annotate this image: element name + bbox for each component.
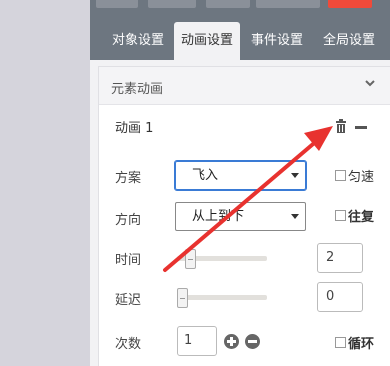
top-toolbar <box>90 0 390 22</box>
reverse-checkbox[interactable] <box>335 210 346 221</box>
scheme-label: 方案 <box>115 171 142 186</box>
toolbar-button-red[interactable] <box>328 0 372 8</box>
reverse-label: 往复 <box>348 210 375 225</box>
uniform-label: 匀速 <box>348 170 375 185</box>
time-input[interactable]: 2 <box>317 243 363 273</box>
count-input[interactable]: 1 <box>177 326 217 356</box>
delay-label: 延迟 <box>115 293 142 308</box>
delay-input[interactable]: 0 <box>317 282 363 312</box>
dropdown-caret-icon <box>291 214 299 219</box>
toolbar-button-2[interactable] <box>148 0 196 8</box>
uniform-checkbox[interactable] <box>335 170 346 181</box>
card-title: 元素动画 <box>111 82 164 97</box>
delay-slider-handle[interactable] <box>177 288 188 308</box>
direction-value: 从上到下 <box>192 209 245 224</box>
animation-name: 动画 1 <box>115 121 154 136</box>
loop-checkbox[interactable] <box>335 337 346 348</box>
trash-icon[interactable] <box>335 119 347 133</box>
time-slider-handle[interactable] <box>185 249 196 269</box>
direction-label: 方向 <box>115 213 142 228</box>
card-header[interactable]: 元素动画 <box>99 67 390 105</box>
direction-select[interactable]: 从上到下 <box>175 202 306 231</box>
toolbar-button-3[interactable] <box>206 0 250 8</box>
tab-event-settings[interactable]: 事件设置 <box>244 22 310 60</box>
settings-tabs: 对象设置 动画设置 事件设置 全局设置 <box>90 22 390 60</box>
scheme-value: 飞入 <box>192 168 219 183</box>
count-label: 次数 <box>115 337 142 352</box>
scheme-select[interactable]: 飞入 <box>174 160 307 191</box>
toolbar-button-4[interactable] <box>256 0 320 8</box>
element-animation-card: 元素动画 动画 1 方案 飞入 匀速 方向 从上到下 往复 时间 2 延迟 0 … <box>98 66 390 366</box>
loop-label: 循环 <box>348 337 375 352</box>
plus-circle-icon[interactable] <box>224 334 239 349</box>
chevron-down-icon[interactable] <box>363 76 377 90</box>
time-label: 时间 <box>115 253 142 268</box>
delay-slider[interactable] <box>177 295 267 300</box>
dropdown-caret-icon <box>291 173 299 178</box>
tab-object-settings[interactable]: 对象设置 <box>102 22 174 60</box>
tab-global-settings[interactable]: 全局设置 <box>316 22 382 60</box>
editor-canvas <box>0 0 90 366</box>
tab-animation-settings[interactable]: 动画设置 <box>174 22 240 60</box>
minus-circle-icon[interactable] <box>245 334 260 349</box>
toolbar-button-1[interactable] <box>96 0 138 8</box>
animation-settings-panel: 元素动画 动画 1 方案 飞入 匀速 方向 从上到下 往复 时间 2 延迟 0 … <box>90 60 390 366</box>
minus-icon[interactable] <box>355 126 367 129</box>
